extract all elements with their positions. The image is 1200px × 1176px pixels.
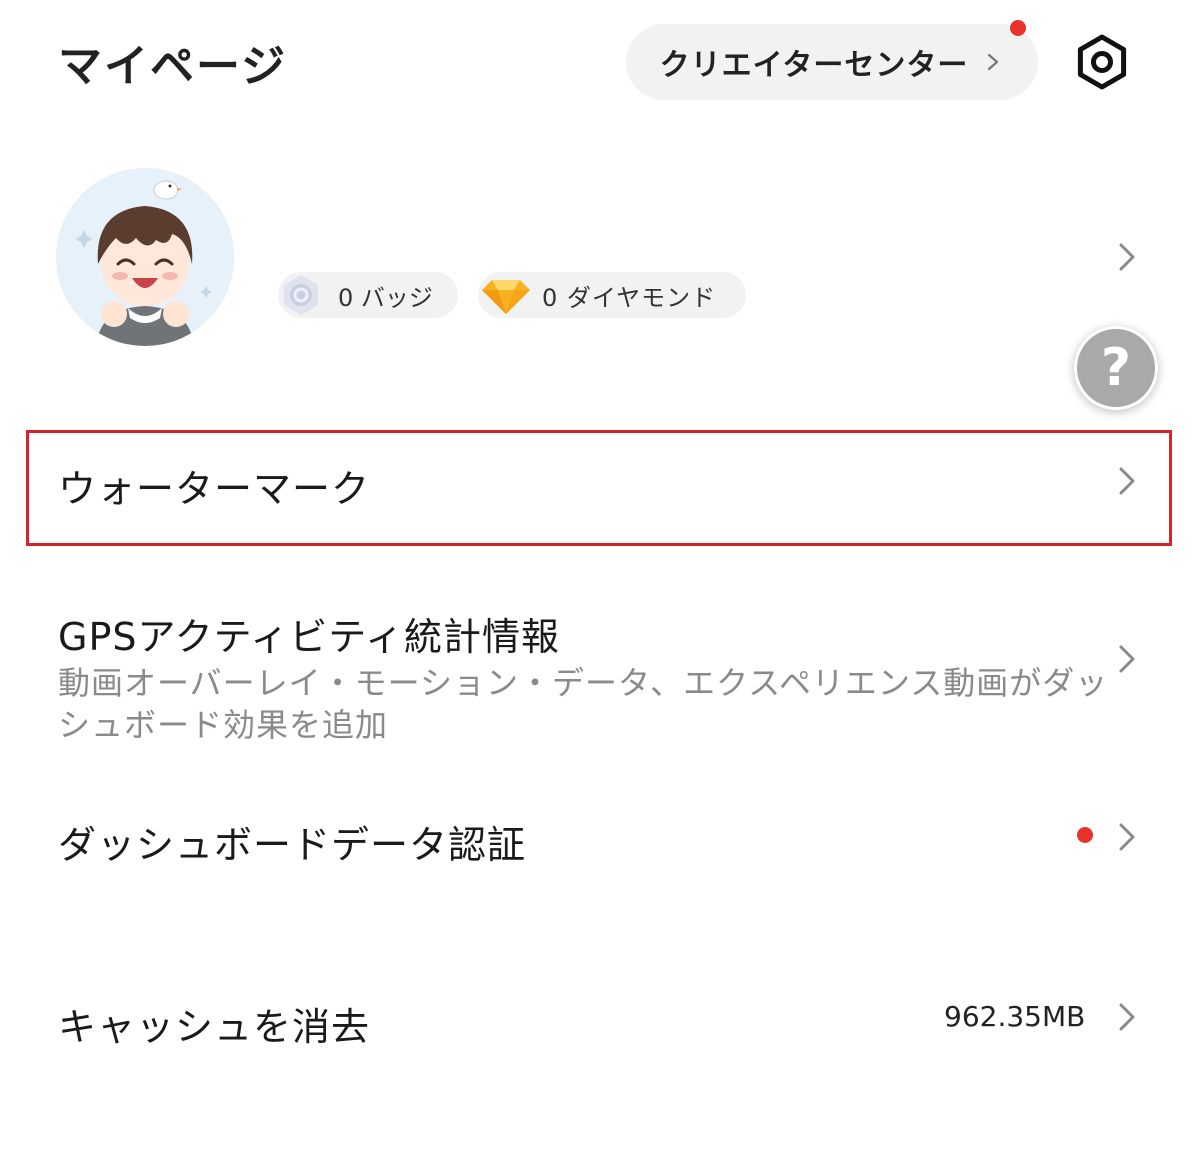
badge-medal-icon [284,275,318,315]
badges-pill[interactable]: 0 バッジ [278,272,458,318]
chevron-right-icon [988,53,999,71]
page-title: マイページ [58,41,288,92]
watermark-chevron-right-icon [1119,467,1135,495]
watermark-label: ウォーターマーク [58,467,371,511]
diamond-icon [482,280,530,314]
diamonds-count: 0 ダイヤモンド [542,283,717,312]
help-button[interactable]: ? [1074,326,1158,410]
creator-center-button[interactable]: クリエイターセンター [626,24,1038,100]
diamonds-pill[interactable]: 0 ダイヤモンド [478,272,746,318]
gps-chevron-right-icon [1119,645,1135,673]
settings-icon[interactable] [1074,34,1130,90]
avatar-illustration [56,168,234,346]
creator-center-label: クリエイターセンター [659,48,969,83]
notification-dot [1077,827,1093,843]
dashboard-chevron-right-icon [1119,823,1135,851]
cache-chevron-right-icon [1119,1003,1135,1031]
avatar[interactable] [56,168,234,346]
cache-size-value: 962.35MB [944,1000,1086,1033]
help-question-icon: ? [1100,338,1132,398]
clear-cache-label: キャッシュを消去 [58,1005,371,1049]
notification-dot [1010,20,1026,36]
gps-stats-label: GPSアクティビティ統計情報 [58,615,561,659]
profile-chevron-right-icon[interactable] [1112,240,1142,274]
badges-count: 0 バッジ [338,283,433,312]
gps-stats-description-line2: シュボード効果を追加 [58,706,389,744]
dashboard-verification-label: ダッシュボードデータ認証 [58,823,527,867]
gps-stats-description-line1: 動画オーバーレイ・モーション・データ、エクスペリエンス動画がダッ [58,664,1109,702]
